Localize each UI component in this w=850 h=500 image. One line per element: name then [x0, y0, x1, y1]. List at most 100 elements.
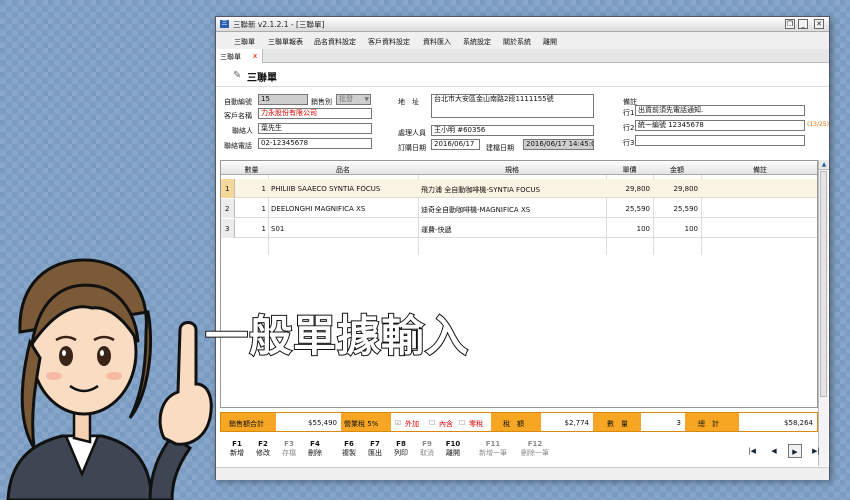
cell-price[interactable]: 25,590	[606, 205, 651, 213]
qty-box: 3	[641, 413, 685, 431]
address-field[interactable]: 台北市大安區金山南路2段1111155號	[431, 94, 594, 118]
menu-item-products[interactable]: 品名資料設定	[314, 37, 356, 47]
remark1-field[interactable]: 出貨前須先電話通知.	[635, 105, 805, 116]
app-window: 三 三聯新 v2.1.2.1 - [三聯單] ❐ _ ✕ 三聯單 三聯單報表 品…	[215, 16, 830, 480]
close-button[interactable]: ✕	[814, 19, 824, 29]
woman-pointing-illustration	[6, 258, 213, 500]
menu-item-about[interactable]: 關於系統	[503, 37, 531, 47]
cell-name[interactable]: PHILIIB SAAECO SYNTIA FOCUS	[271, 185, 380, 193]
minimize-button[interactable]: _	[798, 19, 808, 29]
menu-item-import[interactable]: 資料匯入	[423, 37, 451, 47]
contact-field[interactable]: 葉先生	[258, 123, 372, 134]
col-name[interactable]: 品名	[268, 165, 418, 175]
f7-export-button[interactable]: F7 匯出	[364, 440, 386, 458]
last-record-icon[interactable]: ▶|	[809, 444, 823, 458]
prev-record-icon[interactable]: ◀	[767, 444, 781, 458]
tab-label: 三聯單	[220, 53, 241, 61]
cell-spec[interactable]: 迪奇全自動咖啡機-MAGNIFICA XS	[421, 205, 530, 215]
f9-cancel-button[interactable]: F9 取消	[416, 440, 438, 458]
col-spec[interactable]: 規格	[418, 165, 606, 175]
menu-item-report[interactable]: 三聯單報表	[268, 37, 303, 47]
order-date-field[interactable]: 2016/06/17	[431, 139, 480, 150]
f12-delete-row-button[interactable]: F12 刪除一筆	[518, 440, 552, 458]
cell-qty[interactable]: 1	[235, 225, 266, 233]
f3-save-button[interactable]: F3 存檔	[278, 440, 300, 458]
qty-value: 3	[676, 419, 681, 427]
f10-exit-button[interactable]: F10 離開	[442, 440, 464, 458]
tax-inc-label: 內含	[439, 420, 453, 428]
restore-button[interactable]: ❐	[785, 19, 795, 29]
chevron-down-icon: ▼	[364, 96, 369, 103]
cell-spec[interactable]: 飛力浦 全自動咖啡機-SYNTIA FOCUS	[421, 185, 540, 195]
table-row[interactable]: 3 1 S01 運費-快遞 100 100	[221, 219, 817, 238]
table-row[interactable]: 2 1 DEELONGHI MAGNIFICA XS 迪奇全自動咖啡機-MAGN…	[221, 199, 817, 218]
menu-item-settings[interactable]: 系統設定	[463, 37, 491, 47]
customer-label: 客戶名稱	[224, 112, 252, 120]
qty-label: 數 量	[607, 420, 628, 428]
cell-qty[interactable]: 1	[235, 205, 266, 213]
address-label: 地 址	[398, 98, 419, 106]
cell-amount[interactable]: 29,800	[653, 185, 699, 193]
cell-name[interactable]: S01	[271, 225, 284, 233]
menu-item-exit[interactable]: 離開	[543, 37, 557, 47]
phone-label: 聯絡電話	[224, 142, 252, 150]
tab-close-icon[interactable]: x	[253, 52, 257, 60]
id-field: 15	[258, 94, 308, 105]
document-tabs: 三聯單 x	[216, 49, 829, 63]
menu-item-customers[interactable]: 客戶資料設定	[368, 37, 410, 47]
tax-mode-box: ☑ 外加 ☐ 內含 ☐ 零稅	[391, 413, 491, 431]
overlay-caption: 一般單據輸入	[204, 311, 469, 363]
row-number: 3	[221, 219, 235, 238]
tab-invoice[interactable]: 三聯單 x	[216, 49, 263, 63]
page-title: 三聯單	[247, 73, 277, 84]
f2-edit-button[interactable]: F2 修改	[252, 440, 274, 458]
cell-name[interactable]: DEELONGHI MAGNIFICA XS	[271, 205, 365, 213]
remark1-label: 行1	[623, 109, 635, 117]
summary-bar: 銷售額合計 $55,490 營業稅 5% ☑ 外加 ☐ 內含 ☐ 零稅 稅 額 …	[220, 412, 818, 432]
vertical-scrollbar[interactable]: ▲	[818, 160, 829, 466]
row-number: 2	[221, 199, 235, 218]
menu-item-invoice[interactable]: 三聯單	[234, 37, 255, 47]
handler-field[interactable]: 王小明 #60356	[431, 125, 594, 136]
contact-label: 聯絡人	[232, 127, 253, 135]
cell-price[interactable]: 29,800	[606, 185, 651, 193]
f1-new-button[interactable]: F1 新增	[226, 440, 248, 458]
f4-delete-button[interactable]: F4 刪除	[304, 440, 326, 458]
f8-print-button[interactable]: F8 列印	[390, 440, 412, 458]
id-label: 自動編號	[224, 98, 252, 106]
tax-rate-label: 營業稅 5%	[344, 420, 379, 428]
sales-type-label: 銷售別	[311, 98, 332, 106]
col-note[interactable]: 備註	[701, 165, 819, 175]
col-price[interactable]: 單價	[606, 165, 653, 175]
tax-ext-label: 外加	[405, 420, 419, 428]
remark2-field[interactable]: 統一編號 12345678	[635, 120, 805, 131]
tax-ext-checkbox[interactable]: ☑	[395, 419, 401, 427]
f6-copy-button[interactable]: F6 複製	[338, 440, 360, 458]
first-record-icon[interactable]: |◀	[745, 444, 759, 458]
tax-inc-checkbox[interactable]: ☐	[429, 419, 435, 427]
sales-type-select[interactable]: 批發 ▼	[336, 94, 371, 105]
page-header: ✎ 三聯單	[216, 63, 829, 87]
tax-box: $2,774	[541, 413, 593, 431]
remark3-field[interactable]	[635, 135, 805, 146]
customer-field[interactable]: 力永股份有限公司	[258, 108, 372, 119]
cell-qty[interactable]: 1	[235, 185, 266, 193]
remark2-label: 行2	[623, 124, 635, 132]
scroll-up-icon[interactable]: ▲	[819, 160, 829, 170]
total-value: $58,264	[784, 419, 813, 427]
table-row[interactable]: 1 1 PHILIIB SAAECO SYNTIA FOCUS 飛力浦 全自動咖…	[221, 179, 817, 198]
cell-amount[interactable]: 100	[653, 225, 698, 233]
next-record-icon[interactable]: ▶	[788, 444, 802, 458]
phone-field[interactable]: 02-12345678	[258, 138, 372, 149]
row-number: 1	[221, 179, 235, 198]
cell-amount[interactable]: 25,590	[653, 205, 699, 213]
menu-bar: 三聯單 三聯單報表 品名資料設定 客戶資料設定 資料匯入 系統設定 關於系統 離…	[216, 32, 829, 49]
cell-spec[interactable]: 運費-快遞	[421, 225, 452, 235]
build-date-field: 2016/06/17 14:45:03	[523, 139, 594, 150]
col-qty[interactable]: 數量	[235, 165, 268, 175]
cell-price[interactable]: 100	[606, 225, 650, 233]
scroll-thumb[interactable]	[820, 171, 827, 397]
col-amount[interactable]: 金額	[653, 165, 701, 175]
f11-add-row-button[interactable]: F11 新增一筆	[476, 440, 510, 458]
tax-exempt-checkbox[interactable]: ☐	[459, 419, 465, 427]
